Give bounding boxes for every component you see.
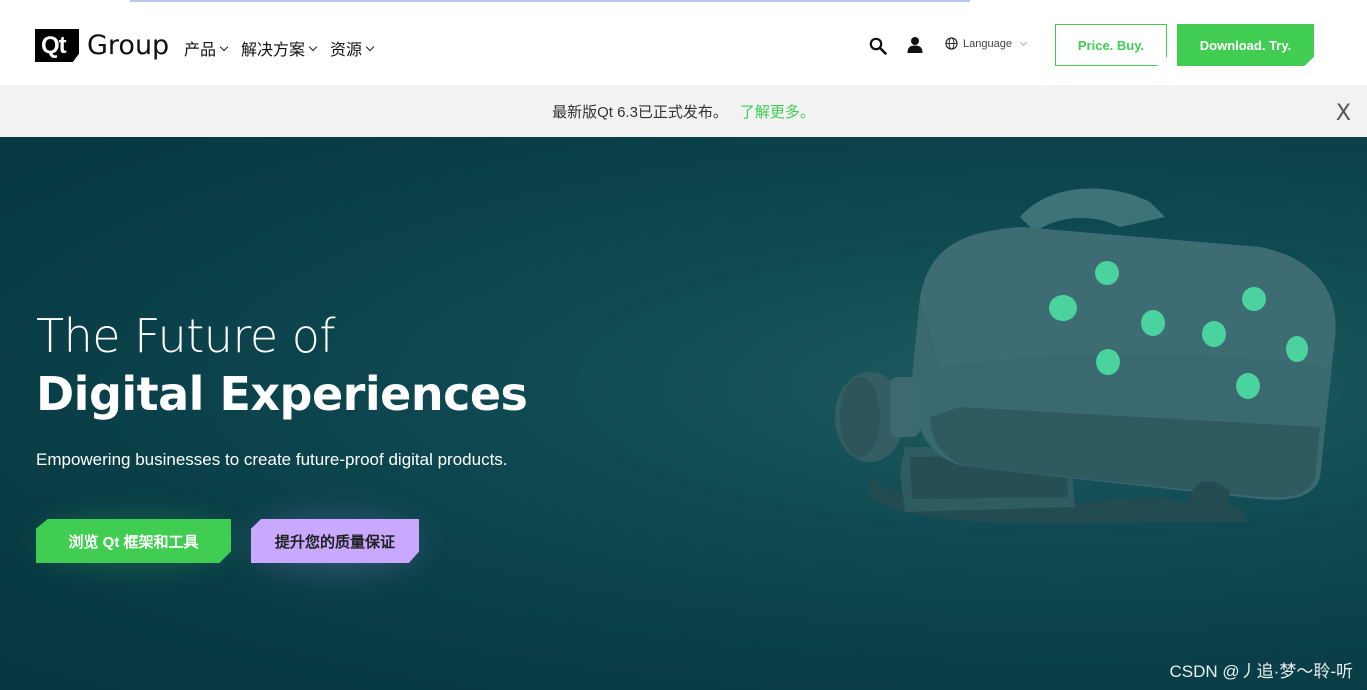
site-header: Qt Group 产品 解决方案 资源 Language Price. Buy.… — [0, 3, 1367, 85]
price-buy-button[interactable]: Price. Buy. — [1055, 24, 1167, 66]
main-nav: 产品 解决方案 资源 — [184, 36, 387, 60]
user-icon[interactable] — [906, 36, 924, 54]
browser-progress-bar — [130, 0, 970, 2]
close-icon[interactable]: X — [1336, 101, 1351, 126]
nav-label: 产品 — [184, 42, 217, 59]
qt-group-logo[interactable]: Qt Group — [35, 29, 169, 62]
csdn-watermark: CSDN @丿追·梦～聆-听 — [1169, 662, 1353, 681]
browse-qt-tools-button[interactable]: 浏览 Qt 框架和工具 — [36, 519, 231, 563]
nav-label: 解决方案 — [241, 42, 306, 59]
hero-subtitle: Empowering businesses to create future-p… — [36, 450, 508, 469]
chevron-down-icon — [308, 42, 318, 51]
nav-label: 资源 — [330, 42, 363, 59]
banner-text: 最新版Qt 6.3已正式发布。 — [552, 103, 728, 121]
chevron-down-icon — [1019, 38, 1027, 46]
logo-wordmark: Group — [87, 30, 170, 61]
nav-item-solutions[interactable]: 解决方案 — [241, 36, 318, 60]
chevron-down-icon — [365, 42, 375, 51]
qt-logo-mark: Qt — [35, 29, 79, 62]
globe-icon — [945, 37, 958, 50]
vr-headset-image — [835, 188, 1336, 524]
hero-title-line1: The Future of — [36, 309, 336, 363]
improve-qa-button[interactable]: 提升您的质量保证 — [251, 519, 419, 563]
language-selector[interactable]: Language — [945, 37, 1027, 50]
nav-item-products[interactable]: 产品 — [184, 36, 229, 60]
banner-learn-more-link[interactable]: 了解更多。 — [740, 101, 815, 122]
language-label: Language — [963, 37, 1012, 50]
download-try-button[interactable]: Download. Try. — [1177, 24, 1314, 66]
search-icon[interactable] — [869, 37, 887, 55]
chevron-down-icon — [219, 42, 229, 51]
hero-title-line2: Digital Experiences — [36, 367, 528, 421]
announcement-banner: 最新版Qt 6.3已正式发布。 了解更多。 X — [0, 85, 1367, 137]
nav-item-resources[interactable]: 资源 — [330, 36, 375, 60]
logo-mark-text: Qt — [41, 32, 67, 59]
hero-section: The Future of Digital Experiences Empowe… — [0, 137, 1367, 690]
